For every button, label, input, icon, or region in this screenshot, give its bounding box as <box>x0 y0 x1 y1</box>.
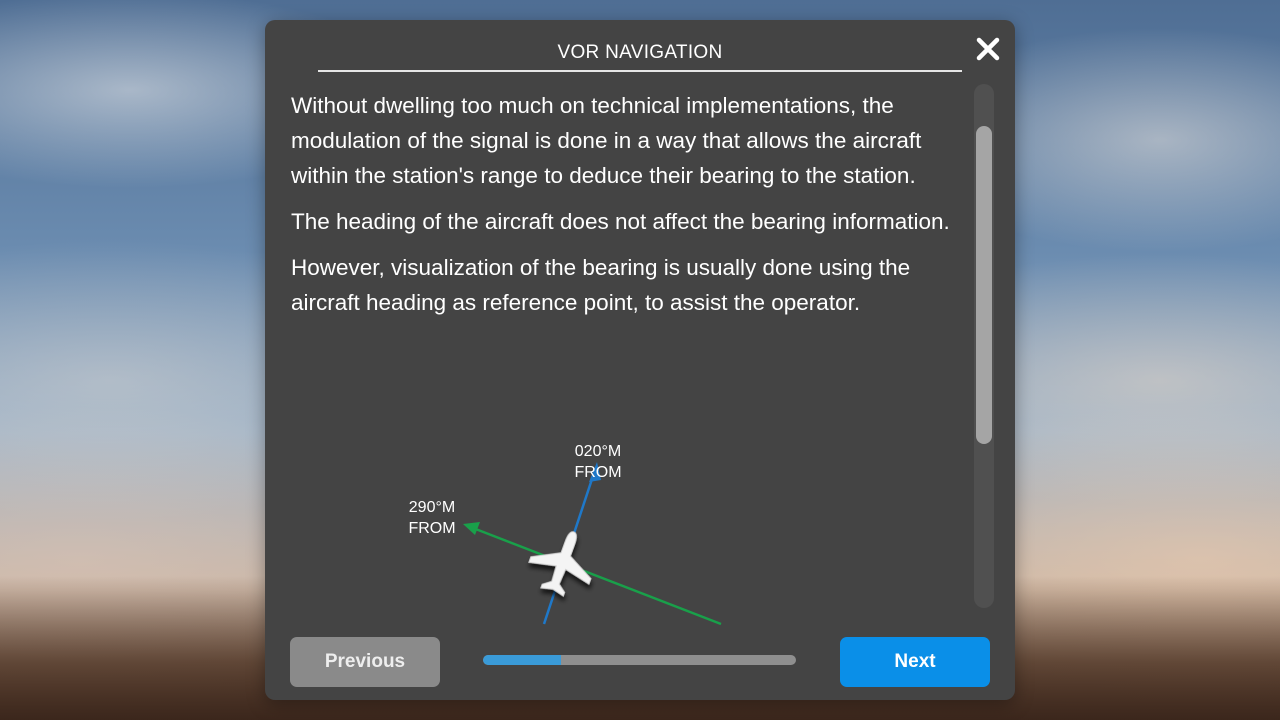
blue-bearing-label: FROM <box>574 464 621 481</box>
bearing-line-green <box>472 526 722 626</box>
tutorial-dialog: VOR NAVIGATION Without dwelling too much… <box>265 20 1015 700</box>
next-button[interactable]: Next <box>840 637 990 687</box>
close-button[interactable] <box>975 36 1001 62</box>
airplane-icon <box>528 531 592 597</box>
vor-bearing-diagram: 020°M FROM 290°M FROM <box>375 370 735 635</box>
scrollbar[interactable] <box>974 84 994 608</box>
arrow-icon <box>463 522 480 535</box>
scrollbar-thumb[interactable] <box>976 126 992 444</box>
progress-fill <box>483 655 562 665</box>
green-bearing-label: 290°M <box>409 499 455 516</box>
paragraph: The heading of the aircraft does not aff… <box>291 209 950 234</box>
green-bearing-label: FROM <box>408 520 455 537</box>
paragraph: Without dwelling too much on technical i… <box>291 93 922 188</box>
previous-button[interactable]: Previous <box>290 637 440 687</box>
paragraph: However, visualization of the bearing is… <box>291 255 911 315</box>
progress-bar <box>483 655 796 665</box>
dialog-title: VOR NAVIGATION <box>318 42 962 72</box>
blue-bearing-label: 020°M <box>575 443 621 460</box>
close-icon <box>976 37 1000 61</box>
